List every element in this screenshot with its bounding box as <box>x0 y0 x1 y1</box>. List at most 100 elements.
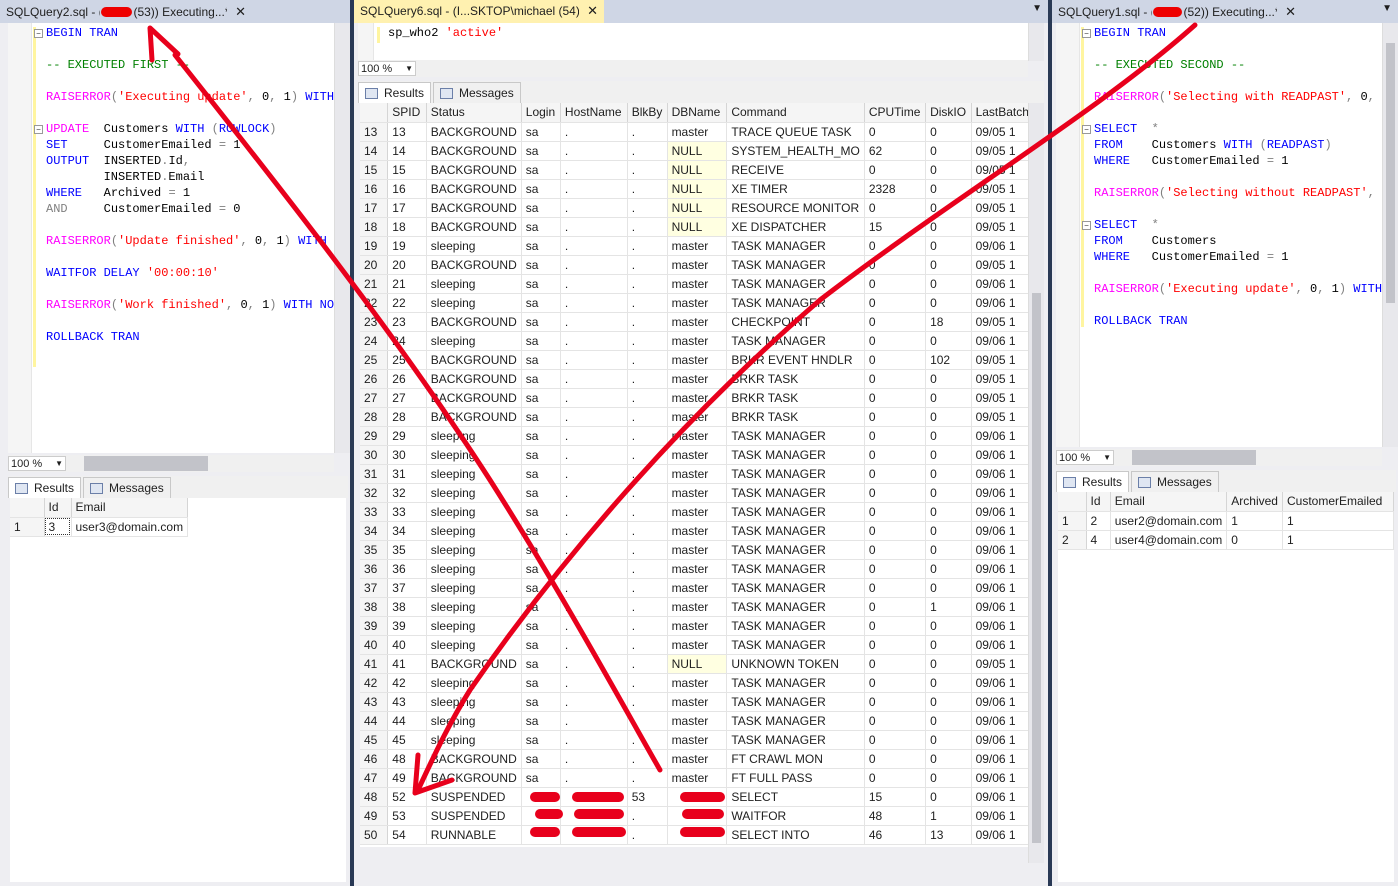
table-cell[interactable]: 0 <box>925 179 972 199</box>
table-cell[interactable]: . <box>560 236 628 256</box>
row-number[interactable]: 33 <box>360 502 389 522</box>
table-cell[interactable]: sleeping <box>426 236 522 256</box>
column-header[interactable]: Command <box>726 103 865 123</box>
table-cell[interactable]: . <box>560 274 628 294</box>
table-row[interactable]: 1 3 user3@domain.com <box>10 517 189 537</box>
table-cell[interactable]: 15 <box>864 217 927 237</box>
row-number[interactable]: 41 <box>360 654 389 674</box>
table-cell[interactable]: . <box>560 388 628 408</box>
table-cell[interactable]: 09/06 1 <box>971 806 1034 826</box>
table-cell[interactable]: sleeping <box>426 426 522 446</box>
horizontal-scroll-thumb[interactable] <box>84 456 208 471</box>
middle-results-grid[interactable]: SPID Status Login HostName BlkBy DBName Comman… <box>360 103 1034 847</box>
table-cell[interactable]: . <box>627 521 668 541</box>
scroll-thumb[interactable] <box>1032 293 1041 843</box>
table-cell[interactable]: . <box>627 578 668 598</box>
table-row[interactable]: 33 33 sleeping sa.. master TASK MANAGER 0 0 09/0… <box>360 502 1034 522</box>
table-cell[interactable]: TASK MANAGER <box>726 521 865 541</box>
table-cell[interactable]: 09/06 1 <box>971 730 1034 750</box>
table-cell[interactable]: UNKNOWN TOKEN <box>726 654 865 674</box>
table-cell[interactable]: CHECKPOINT <box>726 312 865 332</box>
table-row[interactable]: 44 44 sleeping sa.. master TASK MANAGER 0 0 09/0… <box>360 711 1034 731</box>
table-cell[interactable]: sa <box>521 749 561 769</box>
table-cell[interactable]: 09/06 1 <box>971 483 1034 503</box>
table-cell[interactable]: sa <box>521 521 561 541</box>
table-cell[interactable]: 0 <box>864 426 927 446</box>
table-cell[interactable]: 0 <box>925 578 972 598</box>
table-cell[interactable]: master <box>667 711 728 731</box>
table-cell[interactable]: sa <box>521 350 561 370</box>
table-row[interactable]: 19 19 sleeping sa.. master TASK MANAGER 0 0 09/0… <box>360 236 1034 256</box>
table-cell[interactable]: 09/06 1 <box>971 749 1034 769</box>
table-cell[interactable]: . <box>560 749 628 769</box>
table-cell[interactable]: 09/05 1 <box>971 255 1034 275</box>
middle-grid-scrollbar[interactable] <box>1028 103 1044 863</box>
table-cell[interactable]: 53 <box>627 787 668 807</box>
table-cell[interactable]: 1 <box>1282 530 1394 550</box>
table-row[interactable]: 27 27 BACKGROUND sa.. master BRKR TASK 0 0 09/05… <box>360 388 1034 408</box>
table-cell[interactable]: 0 <box>864 654 927 674</box>
table-cell[interactable]: 09/05 1 <box>971 407 1034 427</box>
table-cell[interactable]: 0 <box>864 749 927 769</box>
table-cell[interactable]: 0 <box>925 369 972 389</box>
row-number[interactable]: 39 <box>360 616 389 636</box>
table-cell[interactable]: 0 <box>925 331 972 351</box>
table-cell[interactable]: sa <box>521 502 561 522</box>
table-cell[interactable]: 0 <box>925 654 972 674</box>
table-cell[interactable]: TASK MANAGER <box>726 445 865 465</box>
table-row[interactable]: 30 30 sleeping sa.. master TASK MANAGER 0 0 09/0… <box>360 445 1034 465</box>
row-number[interactable]: 42 <box>360 673 389 693</box>
table-cell[interactable]: TASK MANAGER <box>726 255 865 275</box>
row-number[interactable]: 30 <box>360 445 389 465</box>
table-cell[interactable]: RECEIVE <box>726 160 865 180</box>
table-cell[interactable]: sa <box>521 635 561 655</box>
row-number[interactable]: 36 <box>360 559 389 579</box>
table-row[interactable]: 42 42 sleeping sa.. master TASK MANAGER 0 0 09/0… <box>360 673 1034 693</box>
table-cell[interactable]: SELECT INTO <box>726 825 865 845</box>
horizontal-scroll-thumb[interactable] <box>1132 450 1256 465</box>
table-cell[interactable]: 09/05 1 <box>971 160 1034 180</box>
table-cell[interactable]: sleeping <box>426 293 522 313</box>
table-cell[interactable]: 0 <box>925 426 972 446</box>
table-row[interactable]: 1 2 user2@domain.com 1 1 <box>1058 511 1394 531</box>
table-cell[interactable]: 0 <box>925 445 972 465</box>
table-cell[interactable]: 0 <box>864 597 927 617</box>
table-cell[interactable]: 0 <box>925 464 972 484</box>
table-cell[interactable]: 48 <box>387 749 427 769</box>
table-cell[interactable]: 0 <box>864 502 927 522</box>
tab-results[interactable]: Results <box>1056 471 1130 492</box>
table-cell[interactable]: 0 <box>925 274 972 294</box>
zoom-select[interactable]: 100 % ▼ <box>358 61 416 76</box>
table-cell[interactable]: . <box>627 654 668 674</box>
table-cell[interactable]: 09/06 1 <box>971 559 1034 579</box>
table-row[interactable]: 38 38 sleeping sa.. master TASK MANAGER 0 1 09/0… <box>360 597 1034 617</box>
table-cell[interactable]: TASK MANAGER <box>726 502 865 522</box>
table-cell[interactable]: 33 <box>387 502 427 522</box>
table-cell[interactable]: 0 <box>925 293 972 313</box>
table-cell[interactable]: . <box>627 293 668 313</box>
table-cell[interactable]: 0 <box>925 141 972 161</box>
table-cell[interactable]: . <box>627 350 668 370</box>
table-cell[interactable]: 41 <box>387 654 427 674</box>
table-cell[interactable]: 23 <box>387 312 427 332</box>
table-cell[interactable]: BACKGROUND <box>426 122 522 142</box>
table-cell[interactable]: TASK MANAGER <box>726 711 865 731</box>
table-cell[interactable]: . <box>560 597 628 617</box>
table-cell[interactable]: sa <box>521 445 561 465</box>
table-cell[interactable]: 62 <box>864 141 927 161</box>
row-number[interactable]: 13 <box>360 122 389 142</box>
table-cell[interactable]: . <box>627 540 668 560</box>
table-cell[interactable]: . <box>560 141 628 161</box>
table-cell[interactable]: 09/06 1 <box>971 274 1034 294</box>
table-cell[interactable]: 09/06 1 <box>971 426 1034 446</box>
table-cell[interactable]: 0 <box>864 350 927 370</box>
table-cell[interactable]: . <box>560 217 628 237</box>
table-cell[interactable]: 09/06 1 <box>971 711 1034 731</box>
table-cell[interactable]: 24 <box>387 331 427 351</box>
table-cell[interactable]: master <box>667 293 728 313</box>
table-cell[interactable]: sa <box>521 654 561 674</box>
table-cell[interactable]: . <box>627 616 668 636</box>
table-cell[interactable]: 09/06 1 <box>971 293 1034 313</box>
table-cell[interactable]: 34 <box>387 521 427 541</box>
column-header[interactable]: HostName <box>560 103 628 123</box>
